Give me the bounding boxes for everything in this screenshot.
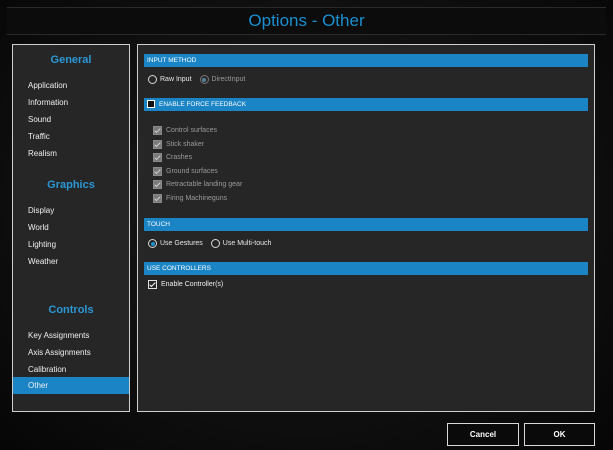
raw-input-radio[interactable] (148, 75, 157, 84)
sidebar-item-key-assignments[interactable]: Key Assignments (13, 327, 129, 344)
ff-machineguns-label: Firing Machineguns (166, 194, 228, 202)
ff-crashes-checkbox[interactable] (153, 152, 162, 162)
ff-control-surfaces-checkbox[interactable] (153, 125, 162, 135)
ff-ground-surfaces-label: Ground surfaces (166, 167, 218, 175)
sidebar-item-world[interactable]: World (13, 219, 129, 236)
input-method-options: Raw Input DirectInput (148, 75, 253, 84)
window-title: Options - Other (248, 11, 365, 30)
touch-options: Use Gestures Use Multi-touch (148, 239, 279, 248)
touch-header: TOUCH (144, 218, 588, 231)
ff-stick-shaker-row: Stick shaker (153, 139, 204, 149)
touch-header-label: TOUCH (147, 221, 170, 228)
sidebar-heading-graphics: Graphics (47, 179, 95, 191)
sidebar-item-display[interactable]: Display (13, 202, 129, 219)
input-method-header-label: INPUT METHOD (147, 57, 197, 64)
sidebar-item-lighting[interactable]: Lighting (13, 236, 129, 253)
ff-control-surfaces-row: Control surfaces (153, 125, 217, 135)
sidebar-item-application[interactable]: Application (13, 77, 129, 94)
ok-button[interactable]: OK (524, 423, 595, 446)
ff-ground-surfaces-checkbox[interactable] (153, 166, 162, 176)
directinput-radio[interactable] (199, 75, 209, 84)
input-method-header: INPUT METHOD (144, 54, 588, 67)
ff-stick-shaker-label: Stick shaker (166, 140, 205, 148)
ff-control-surfaces-label: Control surfaces (166, 126, 217, 134)
sidebar-item-realism[interactable]: Realism (13, 145, 129, 162)
ff-landing-gear-label: Retractable landing gear (166, 180, 243, 188)
ff-machineguns-checkbox[interactable] (153, 193, 162, 203)
sidebar-item-traffic[interactable]: Traffic (13, 128, 129, 145)
use-gestures-radio[interactable] (148, 239, 157, 248)
use-gestures-label[interactable]: Use Gestures (160, 240, 203, 247)
options-sidebar: General Application Information Sound Tr… (12, 44, 130, 412)
sidebar-heading-controls: Controls (48, 304, 94, 316)
use-multi-touch-radio[interactable] (210, 239, 220, 248)
sidebar-item-other[interactable]: Other (13, 377, 129, 394)
sidebar-item-weather[interactable]: Weather (13, 253, 129, 270)
ff-crashes-label: Crashes (166, 153, 193, 161)
enable-controllers-row: Enable Controller(s) (148, 279, 223, 289)
enable-controllers-label[interactable]: Enable Controller(s) (161, 281, 223, 288)
window-title-bar: Options - Other (7, 7, 606, 35)
enable-controllers-checkbox[interactable] (148, 279, 157, 289)
ff-landing-gear-checkbox[interactable] (153, 179, 162, 189)
sidebar-heading-general: General (50, 54, 92, 66)
sidebar-item-calibration[interactable]: Calibration (13, 361, 129, 378)
ff-stick-shaker-checkbox[interactable] (153, 139, 162, 149)
sidebar-item-axis-assignments[interactable]: Axis Assignments (13, 344, 129, 361)
force-feedback-header: ENABLE FORCE FEEDBACK (144, 98, 588, 111)
use-controllers-header: USE CONTROLLERS (144, 262, 588, 275)
use-controllers-header-label: USE CONTROLLERS (147, 265, 211, 272)
use-multi-touch-label[interactable]: Use Multi-touch (223, 240, 272, 247)
cancel-button[interactable]: Cancel (447, 423, 519, 446)
sidebar-item-sound[interactable]: Sound (13, 111, 129, 128)
raw-input-label[interactable]: Raw Input (160, 76, 192, 83)
options-content-panel: INPUT METHOD Raw Input DirectInput ENABL… (137, 44, 595, 412)
ff-crashes-row: Crashes (153, 152, 192, 162)
ff-landing-gear-row: Retractable landing gear (153, 179, 242, 189)
force-feedback-header-label: ENABLE FORCE FEEDBACK (159, 101, 247, 108)
ff-ground-surfaces-row: Ground surfaces (153, 166, 218, 176)
directinput-label[interactable]: DirectInput (212, 76, 246, 83)
ff-machineguns-row: Firing Machineguns (153, 193, 227, 203)
enable-force-feedback-checkbox[interactable] (147, 99, 155, 108)
sidebar-item-information[interactable]: Information (13, 94, 129, 111)
